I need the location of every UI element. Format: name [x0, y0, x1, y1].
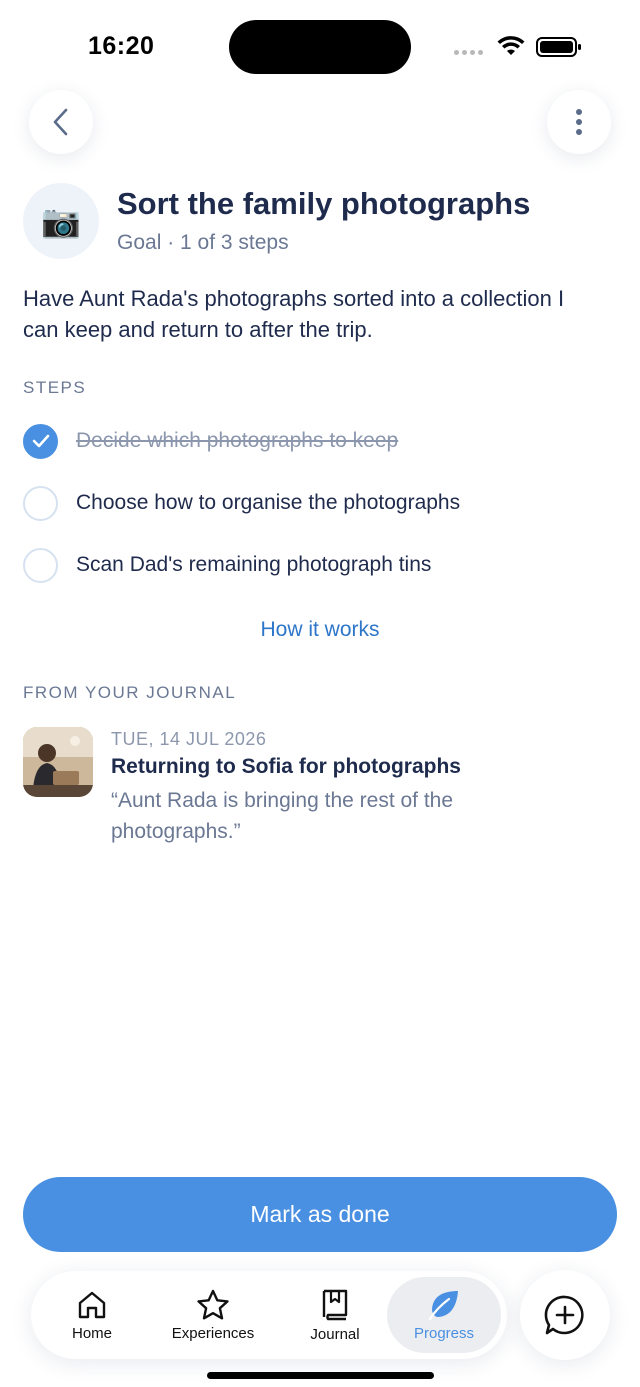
dynamic-island — [229, 20, 411, 74]
journal-entry-title: Returning to Sofia for photographs — [111, 755, 461, 778]
back-button[interactable] — [29, 90, 93, 154]
goal-subtitle: Goal · 1 of 3 steps — [117, 231, 289, 254]
tab-bar: Home Experiences Journal Progress — [31, 1271, 507, 1359]
tab-progress-label: Progress — [413, 1324, 475, 1342]
tab-experiences[interactable]: Experiences — [161, 1271, 265, 1359]
more-options-button[interactable] — [547, 90, 611, 154]
step-item[interactable]: Choose how to organise the photographs — [23, 483, 613, 523]
journal-entry-card[interactable]: TUE, 14 JUL 2026 Returning to Sofia for … — [23, 727, 613, 847]
step-label: Choose how to organise the photographs — [76, 491, 461, 514]
leaf-icon — [428, 1290, 458, 1320]
mark-as-done-button[interactable]: Mark as done — [23, 1177, 617, 1252]
step-checkbox[interactable] — [23, 547, 58, 583]
star-icon — [197, 1289, 229, 1319]
home-icon — [78, 1291, 106, 1318]
step-item[interactable]: Decide which photographs to keep — [23, 421, 613, 461]
compose-button[interactable] — [520, 1270, 610, 1360]
journal-thumbnail — [23, 727, 93, 797]
chevron-left-icon — [53, 108, 68, 136]
checkmark-icon — [32, 434, 49, 448]
goal-description: Have Aunt Rada's photographs sorted into… — [23, 286, 565, 342]
wifi-icon — [497, 36, 525, 55]
journal-section-label: FROM YOUR JOURNAL — [23, 683, 237, 702]
how-it-works-link[interactable]: How it works — [0, 618, 640, 642]
tab-experiences-label: Experiences — [171, 1324, 255, 1342]
journal-entry-date: TUE, 14 JUL 2026 — [111, 729, 267, 749]
home-indicator — [207, 1372, 434, 1379]
step-label: Decide which photographs to keep — [76, 429, 399, 452]
step-item[interactable]: Scan Dad's remaining photograph tins — [23, 545, 613, 585]
journal-entry-quote: “Aunt Rada is bringing the rest of the p… — [111, 789, 454, 843]
step-checkbox[interactable] — [23, 485, 58, 521]
tab-home[interactable]: Home — [55, 1271, 129, 1359]
goal-title: Sort the family photographs — [117, 186, 531, 221]
tab-journal-label: Journal — [310, 1325, 360, 1343]
plus-chat-icon — [544, 1295, 584, 1335]
goal-camera-icon: 📷 — [23, 183, 99, 259]
status-bar: 16:20 — [0, 0, 640, 90]
tab-home-label: Home — [71, 1324, 112, 1342]
step-checkbox-checked[interactable] — [23, 423, 58, 459]
cellular-signal-icon — [454, 50, 483, 55]
status-time: 16:20 — [88, 32, 155, 60]
more-vertical-icon — [576, 109, 582, 135]
tab-progress[interactable]: Progress — [387, 1277, 501, 1353]
photo-thumbnail-image — [23, 727, 93, 797]
battery-icon — [536, 37, 581, 57]
step-label: Scan Dad's remaining photograph tins — [76, 553, 432, 576]
tab-journal[interactable]: Journal — [299, 1271, 371, 1359]
journal-icon — [322, 1289, 348, 1320]
steps-section-label: STEPS — [23, 378, 87, 397]
